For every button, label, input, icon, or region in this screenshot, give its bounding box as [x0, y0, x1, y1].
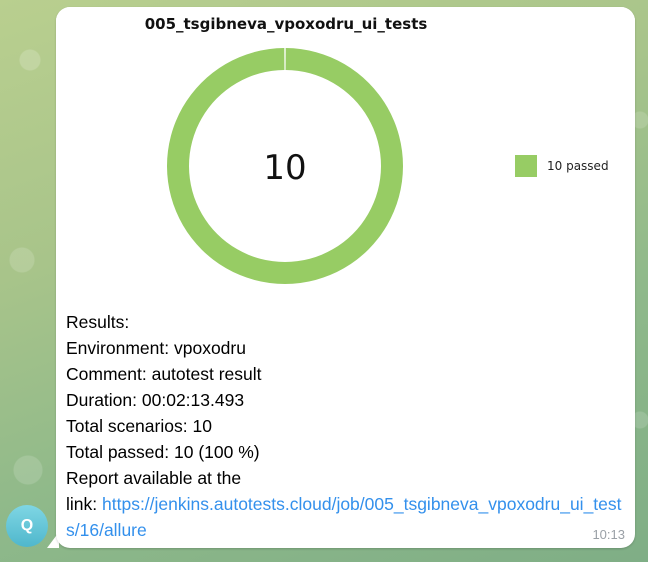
comment-label: Comment:	[66, 364, 147, 384]
message-bubble: 005_tsgibneva_vpoxodru_ui_tests 10 10 pa…	[56, 7, 635, 548]
total-scenarios-label: Total scenarios:	[66, 416, 188, 436]
duration-value: 00:02:13.493	[141, 390, 245, 410]
total-scenarios-line: Total scenarios: 10	[66, 413, 626, 439]
report-link-label: link:	[66, 494, 98, 514]
environment-value: vpoxodru	[173, 338, 246, 358]
total-passed-line: Total passed: 10 (100 %)	[66, 439, 626, 465]
message-timestamp: 10:13	[592, 527, 625, 542]
comment-line: Comment: autotest result	[66, 361, 626, 387]
duration-line: Duration: 00:02:13.493	[66, 387, 626, 413]
total-passed-value: 10 (100 %)	[174, 442, 260, 462]
report-line-1: Report available at the	[66, 468, 242, 488]
center-total-label: 10	[263, 148, 306, 188]
results-heading: Results:	[66, 312, 130, 332]
chart-image[interactable]: 005_tsgibneva_vpoxodru_ui_tests 10 10 pa…	[56, 7, 635, 307]
legend-label-passed: 10 passed	[547, 159, 609, 173]
total-scenarios-value: 10	[192, 416, 212, 436]
comment-value: autotest result	[151, 364, 262, 384]
chart-legend: 10 passed	[515, 155, 609, 177]
duration-label: Duration:	[66, 390, 138, 410]
message-text: Results: Environment: vpoxodru Comment: …	[66, 309, 626, 543]
avatar-initial: Q	[20, 517, 34, 534]
report-line-2: link: https://jenkins.autotests.cloud/jo…	[66, 491, 626, 543]
report-link[interactable]: https://jenkins.autotests.cloud/job/005_…	[66, 494, 622, 540]
environment-label: Environment:	[66, 338, 170, 358]
environment-line: Environment: vpoxodru	[66, 335, 626, 361]
total-passed-label: Total passed:	[66, 442, 170, 462]
legend-swatch-passed	[515, 155, 537, 177]
sender-avatar[interactable]: Q	[6, 505, 48, 547]
